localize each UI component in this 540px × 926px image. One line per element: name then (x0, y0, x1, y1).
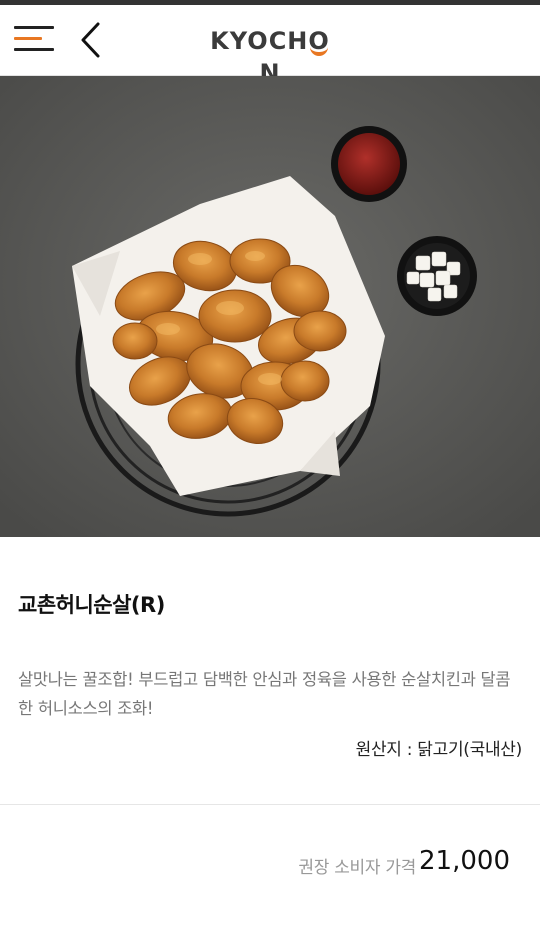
logo-text-prefix: KYOCH (210, 27, 309, 55)
menu-line-accent (14, 37, 42, 40)
logo-letter-o: O (308, 27, 330, 56)
app-header: KYOCHON (0, 5, 540, 87)
product-description: 살맛나는 꿀조합! 부드럽고 담백한 안심과 정육을 사용한 순살치킨과 달콤한… (18, 670, 511, 718)
menu-line (14, 48, 54, 51)
menu-line (14, 26, 54, 29)
price-value: 21,000 (419, 846, 510, 876)
product-info: 교촌허니순살(R) 살맛나는 꿀조합! 부드럽고 담백한 안심과 정육을 사용한… (0, 537, 540, 805)
price-section: 권장 소비자 가격 21,000 (0, 806, 540, 926)
origin-info: 원산지 : 닭고기(국내산) (355, 740, 523, 760)
hamburger-menu-icon[interactable] (14, 24, 56, 54)
brand-logo[interactable]: KYOCHON (200, 25, 340, 87)
product-title: 교촌허니순살(R) (18, 593, 165, 617)
product-image (0, 76, 540, 537)
price-label: 권장 소비자 가격 (298, 858, 416, 878)
chevron-left-icon[interactable] (78, 21, 106, 59)
fried-chicken-photo (0, 76, 540, 537)
